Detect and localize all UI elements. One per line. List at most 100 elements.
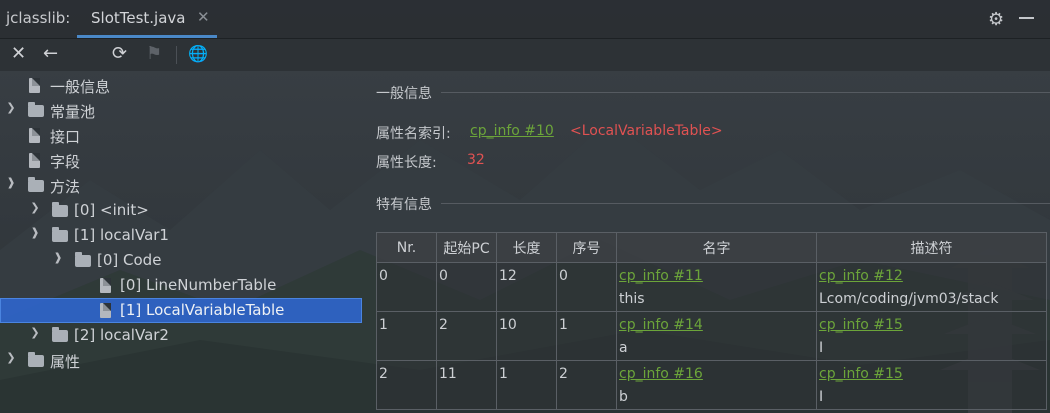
tree-item-label: 常量池 <box>50 103 96 121</box>
name-value: this <box>619 291 645 307</box>
folder-icon <box>52 202 68 217</box>
descriptor-cp-link[interactable]: cp_info #15 <box>819 363 1044 386</box>
column-header-name[interactable]: 名字 <box>616 232 817 263</box>
cell-descriptor: cp_info #15 I <box>816 311 1047 361</box>
table-row[interactable]: 2 11 1 2 cp_info #16 b cp_info #15 I <box>376 360 1047 410</box>
file-icon <box>29 78 40 93</box>
column-header-index[interactable]: 序号 <box>556 232 617 263</box>
file-icon <box>100 278 111 293</box>
section-divider <box>441 203 1050 204</box>
descriptor-value: I <box>819 340 824 356</box>
tab-slottest[interactable]: SlotTest.java ✕ <box>77 0 217 38</box>
tree-item-methods[interactable]: ❱ 方法 <box>0 173 362 198</box>
cell-index: 0 <box>556 262 617 312</box>
chevron-down-icon[interactable]: ❱ <box>29 226 41 239</box>
tree-item-label: [2] localVar2 <box>74 326 169 344</box>
cell-index: 1 <box>556 311 617 361</box>
column-header-length[interactable]: 长度 <box>496 232 557 263</box>
tab-bar: jclasslib: SlotTest.java ✕ ⚙ <box>0 0 1050 39</box>
toolbar-separator <box>176 46 177 64</box>
class-structure-tree: 一般信息 ❯ 常量池 接口 字段 ❱ 方法 ❯ [0] <init> ❱ [1]… <box>0 73 365 413</box>
name-cp-link[interactable]: cp_info #16 <box>619 363 814 386</box>
close-icon[interactable]: ✕ <box>11 43 26 65</box>
section-title-specific: 特有信息 <box>376 197 432 213</box>
tree-item-attributes[interactable]: ❯ 属性 <box>0 348 362 373</box>
table-row[interactable]: 1 2 10 1 cp_info #14 a cp_info #15 I <box>376 311 1047 361</box>
chevron-right-icon[interactable]: ❯ <box>29 326 41 339</box>
refresh-icon[interactable]: ⟳ <box>112 43 127 65</box>
tree-item-local-variable-table[interactable]: [1] LocalVariableTable <box>0 298 362 323</box>
tree-item-label: [0] Code <box>97 251 162 269</box>
chevron-down-icon[interactable]: ❱ <box>52 251 64 264</box>
descriptor-cp-link[interactable]: cp_info #12 <box>819 265 1044 288</box>
cell-length: 1 <box>496 360 557 410</box>
minimize-icon[interactable] <box>1019 17 1034 19</box>
column-header-nr[interactable]: Nr. <box>376 232 437 263</box>
globe-icon[interactable]: 🌐 <box>188 43 208 65</box>
tool-window-title: jclasslib: <box>6 9 71 27</box>
cell-length: 10 <box>496 311 557 361</box>
back-arrow-icon[interactable]: ← <box>43 43 58 65</box>
descriptor-cp-link[interactable]: cp_info #15 <box>819 314 1044 337</box>
folder-icon <box>75 252 91 267</box>
tree-item-label: 字段 <box>50 153 81 171</box>
tree-item-fields[interactable]: 字段 <box>0 148 362 173</box>
cell-nr: 2 <box>376 360 437 410</box>
cell-descriptor: cp_info #12 Lcom/coding/jvm03/stack <box>816 262 1047 312</box>
bookmark-icon[interactable]: ⚑ <box>146 43 162 65</box>
name-cp-link[interactable]: cp_info #14 <box>619 314 814 337</box>
column-header-start-pc[interactable]: 起始PC <box>436 232 497 263</box>
chevron-right-icon[interactable]: ❯ <box>5 351 17 364</box>
cell-index: 2 <box>556 360 617 410</box>
tree-item-method-init[interactable]: ❯ [0] <init> <box>0 198 362 223</box>
tree-item-label: 接口 <box>50 128 81 146</box>
descriptor-value: Lcom/coding/jvm03/stack <box>819 291 999 307</box>
attribute-length-label: 属性长度: <box>376 155 437 171</box>
tree-item-code[interactable]: ❱ [0] Code <box>0 248 362 273</box>
folder-icon <box>52 327 68 342</box>
tree-item-label: [0] LineNumberTable <box>120 276 277 294</box>
tree-item-constant-pool[interactable]: ❯ 常量池 <box>0 98 362 123</box>
tab-label: SlotTest.java <box>91 9 186 27</box>
tree-item-line-number-table[interactable]: [0] LineNumberTable <box>0 273 362 298</box>
name-index-link[interactable]: cp_info #10 <box>470 123 554 139</box>
cell-start-pc: 11 <box>436 360 497 410</box>
tree-item-label: 属性 <box>50 353 81 371</box>
tree-item-method-localvar2[interactable]: ❯ [2] localVar2 <box>0 323 362 348</box>
chevron-right-icon[interactable]: ❯ <box>29 201 41 214</box>
tree-item-label: [1] localVar1 <box>74 226 169 244</box>
cell-nr: 0 <box>376 262 437 312</box>
tree-item-label: [1] LocalVariableTable <box>120 301 285 319</box>
local-variable-table: Nr. 起始PC 长度 序号 名字 描述符 0 0 12 0 cp_info #… <box>376 232 1047 410</box>
tree-item-interfaces[interactable]: 接口 <box>0 123 362 148</box>
name-value: a <box>619 340 628 356</box>
gear-icon[interactable]: ⚙ <box>988 9 1004 30</box>
cell-name: cp_info #16 b <box>616 360 817 410</box>
table-header-row: Nr. 起始PC 长度 序号 名字 描述符 <box>376 232 1047 263</box>
toolbar: ✕ ← ⟳ ⚑ 🌐 <box>0 39 1050 71</box>
column-header-descriptor[interactable]: 描述符 <box>816 232 1047 263</box>
folder-icon <box>28 352 44 367</box>
name-value: b <box>619 389 628 405</box>
tree-item-method-localvar1[interactable]: ❱ [1] localVar1 <box>0 223 362 248</box>
folder-icon <box>28 102 44 117</box>
name-cp-link[interactable]: cp_info #11 <box>619 265 814 288</box>
attribute-length-value: 32 <box>467 152 485 168</box>
chevron-down-icon[interactable]: ❱ <box>5 176 17 189</box>
file-icon <box>29 153 40 168</box>
tree-item-label: [0] <init> <box>74 201 149 219</box>
chevron-right-icon[interactable]: ❯ <box>5 101 17 114</box>
cell-length: 12 <box>496 262 557 312</box>
cell-name: cp_info #14 a <box>616 311 817 361</box>
attribute-detail-pane: 一般信息 属性名索引: cp_info #10 <LocalVariableTa… <box>365 73 1050 413</box>
name-index-value: <LocalVariableTable> <box>570 123 723 139</box>
file-icon <box>100 303 111 318</box>
cell-nr: 1 <box>376 311 437 361</box>
descriptor-value: I <box>819 389 824 405</box>
table-row[interactable]: 0 0 12 0 cp_info #11 this cp_info #12 Lc… <box>376 262 1047 312</box>
folder-icon <box>28 177 44 192</box>
tree-item-label: 方法 <box>50 178 81 196</box>
tab-close-icon[interactable]: ✕ <box>197 8 210 26</box>
cell-name: cp_info #11 this <box>616 262 817 312</box>
tree-item-general-info[interactable]: 一般信息 <box>0 73 362 98</box>
